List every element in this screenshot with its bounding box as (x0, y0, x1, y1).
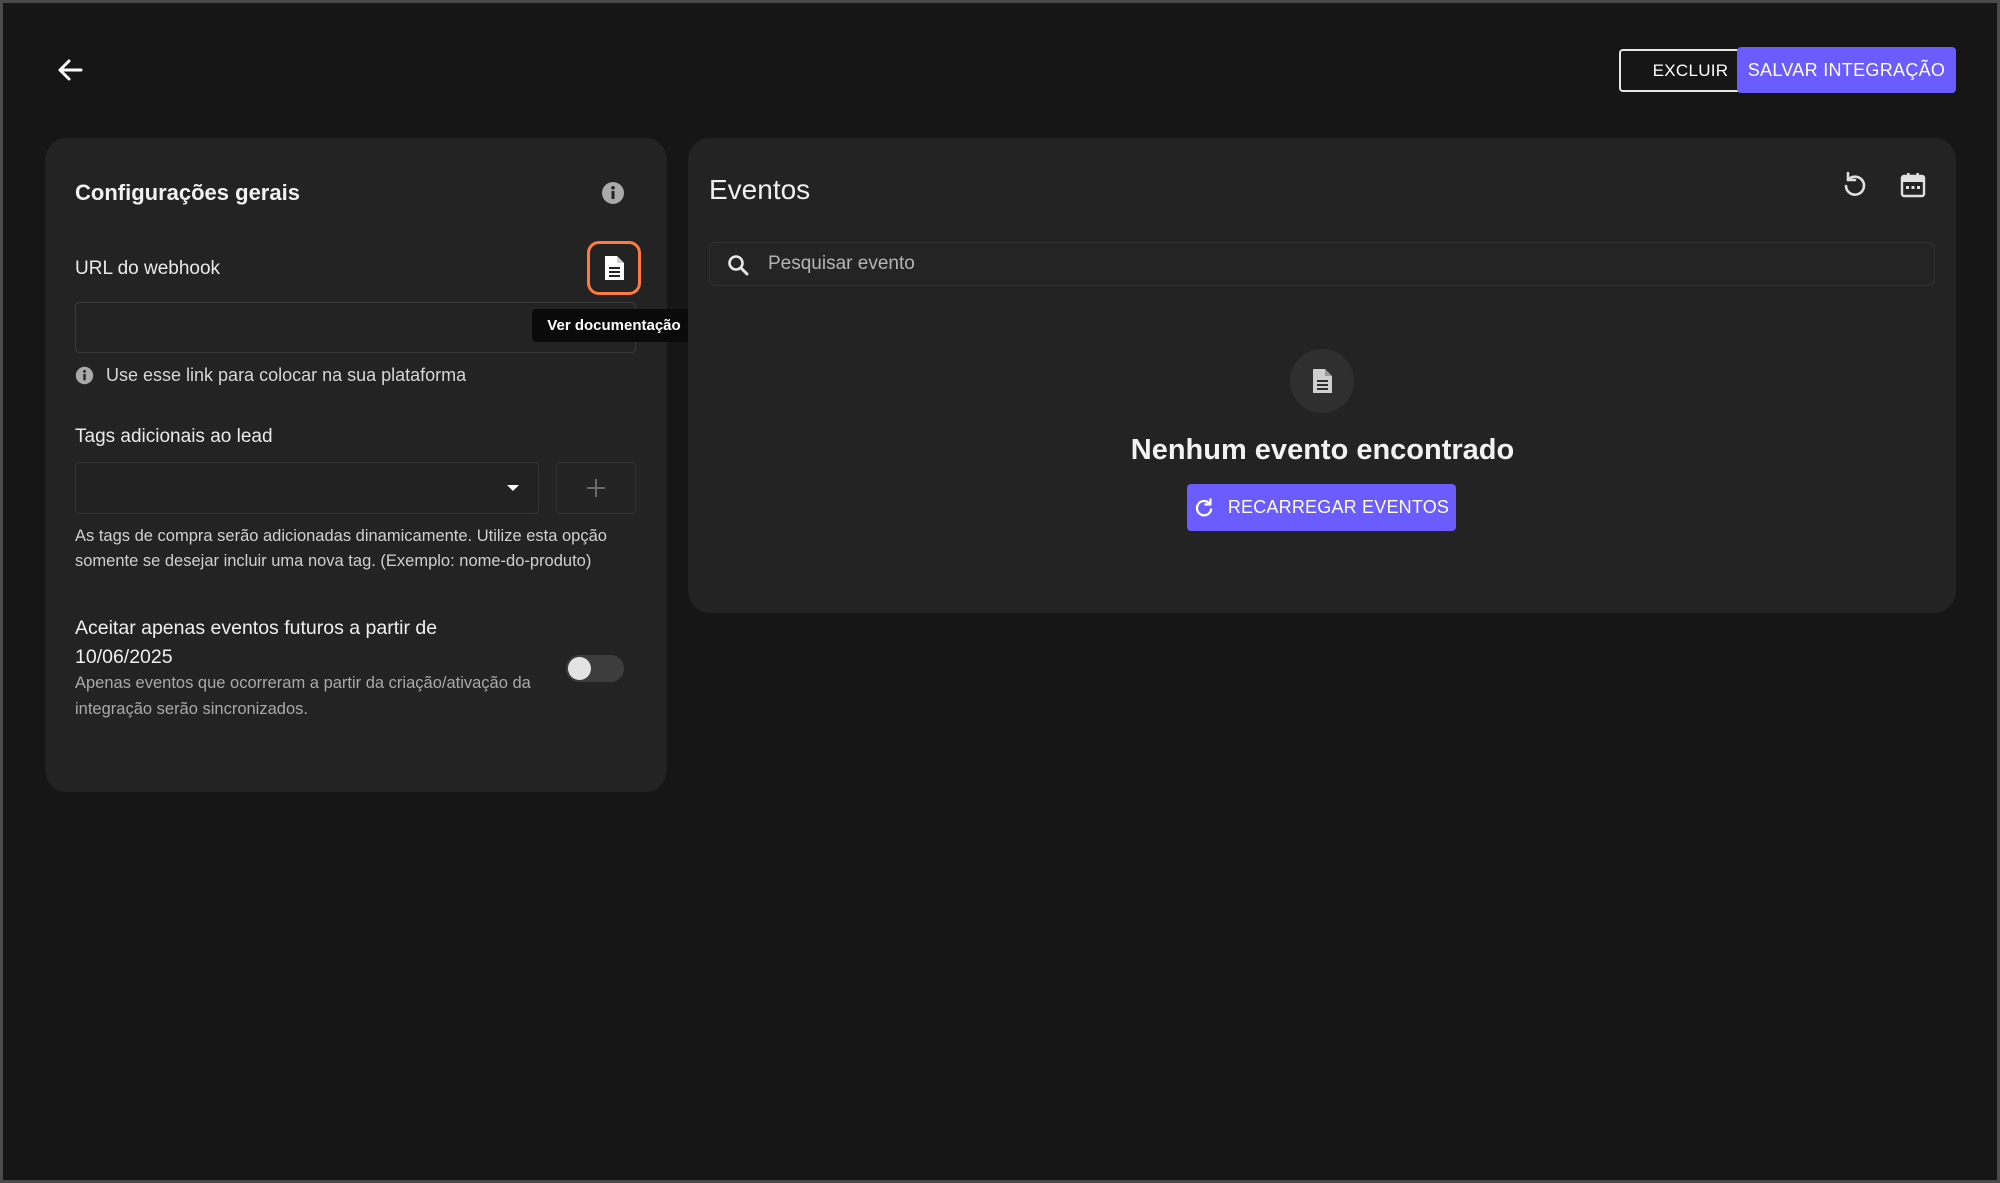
future-events-description: Apenas eventos que ocorreram a partir da… (75, 674, 531, 718)
calendar-icon (1900, 173, 1926, 198)
webhook-url-label: URL do webhook (75, 258, 221, 279)
future-events-title: Aceitar apenas eventos futuros a partir … (75, 617, 438, 668)
refresh-button[interactable] (1835, 165, 1875, 205)
documentation-tooltip: Ver documentação (532, 309, 696, 342)
event-search-input[interactable] (768, 243, 1918, 285)
arrow-left-icon (58, 59, 83, 81)
plus-icon (587, 479, 605, 497)
event-search-box (709, 242, 1935, 286)
reload-events-button[interactable]: RECARREGAR EVENTOS (1187, 484, 1456, 531)
info-icon (75, 366, 94, 385)
save-integration-button[interactable]: SALVAR INTEGRAÇÃO (1737, 47, 1956, 93)
toggle-knob (568, 657, 591, 680)
document-icon (605, 256, 624, 280)
info-icon[interactable] (601, 181, 625, 205)
empty-state-icon-wrapper (1290, 349, 1354, 413)
webhook-hint: Use esse link para colocar na sua plataf… (75, 365, 466, 386)
back-button[interactable] (50, 50, 90, 90)
tags-select[interactable] (75, 462, 539, 514)
events-title: Eventos (709, 174, 811, 205)
view-documentation-button[interactable] (587, 241, 641, 295)
refresh-icon (1195, 497, 1213, 516)
calendar-button[interactable] (1893, 165, 1933, 205)
tags-label: Tags adicionais ao lead (75, 426, 273, 447)
document-icon (1313, 369, 1332, 393)
settings-title: Configurações gerais (75, 180, 300, 205)
future-events-toggle[interactable] (566, 655, 624, 682)
search-icon (728, 255, 749, 276)
chevron-down-icon (507, 485, 519, 491)
add-tag-button[interactable] (556, 462, 636, 514)
reload-events-label: RECARREGAR EVENTOS (1227, 497, 1450, 517)
refresh-icon (1844, 171, 1866, 196)
webhook-hint-text: Use esse link para colocar na sua plataf… (106, 365, 467, 385)
empty-state-title: Nenhum evento encontrado (1130, 434, 1515, 466)
tags-help-text: As tags de compra serão adicionadas dina… (75, 527, 607, 570)
